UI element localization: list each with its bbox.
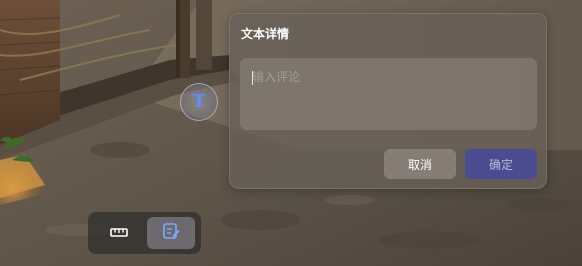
confirm-button[interactable]: 确定 (465, 149, 537, 179)
bottom-toolbar (88, 212, 201, 254)
cancel-button[interactable]: 取消 (384, 149, 456, 179)
text-details-dialog: 文本详情 取消 确定 (229, 13, 547, 189)
measure-tool-button[interactable] (95, 217, 143, 249)
text-annotation-icon: T (192, 91, 206, 112)
ruler-icon (110, 224, 128, 243)
edit-note-icon (161, 221, 181, 245)
dialog-title: 文本详情 (241, 27, 290, 41)
text-annotation-marker[interactable]: T (180, 83, 218, 121)
annotate-tool-button[interactable] (147, 217, 195, 249)
comment-input[interactable] (240, 58, 537, 130)
text-caret (252, 71, 253, 85)
